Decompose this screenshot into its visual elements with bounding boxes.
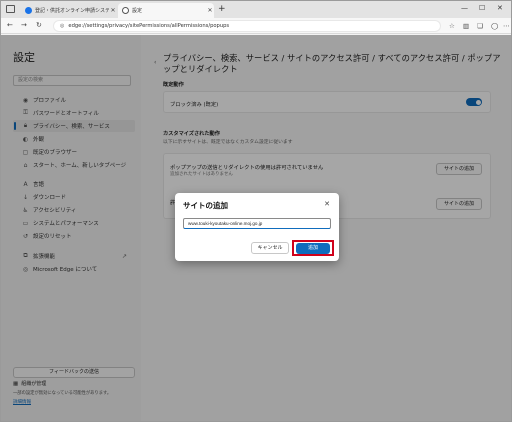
favorites-star-icon[interactable]: ☆ bbox=[449, 22, 455, 30]
forward-icon[interactable]: → bbox=[21, 21, 27, 29]
dialog-title: サイトの追加 bbox=[183, 201, 228, 210]
tab-touki[interactable]: 登記・供託オンライン申請システム ✕ bbox=[21, 3, 117, 18]
add-button-highlight: 追加 bbox=[292, 240, 334, 256]
edge-icon: ◎ bbox=[60, 23, 65, 29]
close-icon[interactable]: ✕ bbox=[206, 7, 214, 14]
tab-actions-icon[interactable] bbox=[6, 5, 15, 13]
collections-icon[interactable]: ❏ bbox=[477, 22, 483, 30]
browser-window: 登記・供託オンライン申請システム ✕ 設定 ✕ + — ☐ ✕ ← → ↻ ◎ … bbox=[0, 0, 512, 422]
split-screen-icon[interactable]: ▥ bbox=[463, 22, 469, 30]
site-favicon-icon bbox=[25, 7, 32, 14]
address-bar[interactable]: ◎ edge://settings/privacy/sitePermission… bbox=[53, 20, 441, 32]
tab-bar: 登記・供託オンライン申請システム ✕ 設定 ✕ + — ☐ ✕ bbox=[1, 1, 511, 18]
cancel-button[interactable]: キャンセル bbox=[251, 242, 289, 254]
address-toolbar: ← → ↻ ◎ edge://settings/privacy/sitePerm… bbox=[1, 18, 511, 34]
close-icon[interactable]: ✕ bbox=[109, 7, 117, 14]
minimize-icon[interactable]: — bbox=[461, 4, 468, 12]
window-close-icon[interactable]: ✕ bbox=[497, 4, 503, 12]
close-icon[interactable]: ✕ bbox=[324, 200, 330, 208]
add-site-dialog: サイトの追加 ✕ www.touki-kyoutaku-online.moj.g… bbox=[175, 193, 339, 261]
tab-title: 登記・供託オンライン申請システム bbox=[35, 8, 109, 14]
tab-settings[interactable]: 設定 ✕ bbox=[118, 3, 214, 18]
refresh-icon[interactable]: ↻ bbox=[36, 21, 42, 29]
site-url-input[interactable]: www.touki-kyoutaku-online.moj.go.jp bbox=[183, 218, 331, 229]
address-url: edge://settings/privacy/sitePermissions/… bbox=[68, 23, 230, 29]
new-tab-button[interactable]: + bbox=[218, 4, 226, 14]
back-icon[interactable]: ← bbox=[7, 21, 13, 29]
add-button[interactable]: 追加 bbox=[296, 243, 330, 254]
tab-title: 設定 bbox=[132, 8, 143, 14]
more-menu-icon[interactable]: ⋯ bbox=[503, 22, 510, 30]
profile-icon[interactable]: ◯ bbox=[491, 22, 498, 30]
maximize-icon[interactable]: ☐ bbox=[479, 4, 485, 12]
gear-icon bbox=[122, 7, 129, 14]
